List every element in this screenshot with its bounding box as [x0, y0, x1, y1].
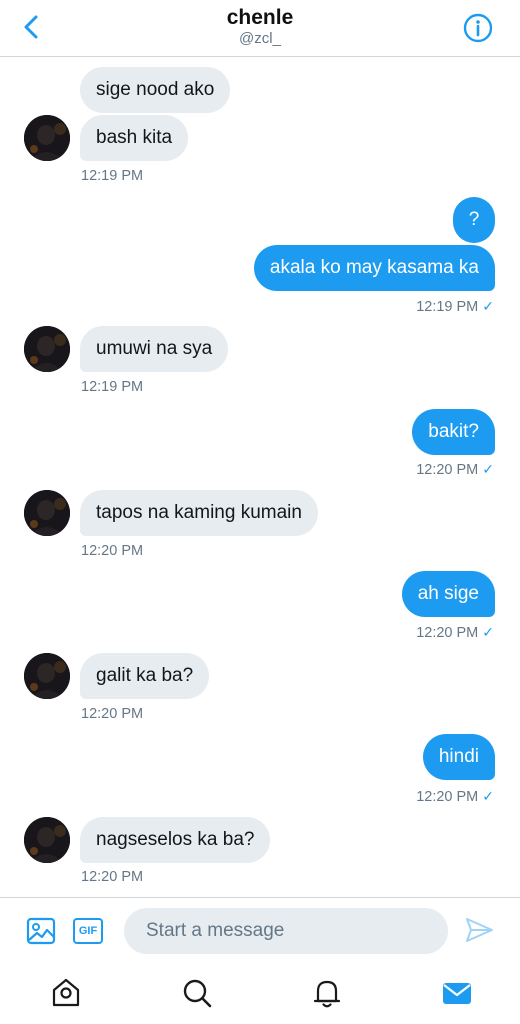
info-button[interactable] [462, 12, 494, 44]
timestamp: 12:20 PM [81, 869, 144, 885]
timestamp-text: 12:19 PM [416, 299, 479, 315]
incoming-message[interactable]: bash kita [80, 115, 189, 161]
send-button[interactable] [464, 915, 494, 945]
avatar[interactable] [24, 115, 70, 161]
message-composer: GIF [0, 897, 520, 966]
image-icon [26, 917, 56, 945]
read-check-icon: ✓ [482, 461, 494, 477]
avatar[interactable] [24, 490, 70, 536]
avatar[interactable] [24, 817, 70, 863]
outgoing-message[interactable]: ? [453, 197, 495, 243]
tab-home[interactable] [49, 976, 83, 1010]
timestamp: 12:19 PM [81, 379, 144, 395]
info-icon [463, 13, 493, 43]
timestamp: 12:19 PM [81, 168, 144, 184]
home-icon [52, 978, 80, 1007]
conversation-title-block[interactable]: chenle @zcl_ [0, 6, 520, 48]
dm-conversation-screen: chenle @zcl_ sige nood ako bash kita 12:… [0, 0, 520, 1024]
read-check-icon: ✓ [482, 298, 494, 314]
incoming-message[interactable]: sige nood ako [80, 67, 231, 113]
timestamp: 12:20 PM [81, 543, 144, 559]
avatar[interactable] [24, 326, 70, 372]
outgoing-message[interactable]: ah sige [401, 571, 495, 617]
read-check-icon: ✓ [482, 788, 494, 804]
conversation-header: chenle @zcl_ [0, 0, 520, 57]
message-list[interactable]: sige nood ako bash kita 12:19 PM ? akala… [0, 57, 520, 897]
conversation-handle: @zcl_ [239, 30, 281, 47]
conversation-title: chenle [226, 6, 294, 29]
tab-search[interactable] [180, 976, 214, 1010]
mail-icon [443, 983, 471, 1004]
incoming-message[interactable]: galit ka ba? [80, 653, 210, 699]
tab-messages[interactable] [440, 976, 474, 1010]
bell-icon [313, 980, 341, 1008]
incoming-message[interactable]: nagseselos ka ba? [80, 817, 271, 863]
read-check-icon: ✓ [482, 624, 494, 640]
send-icon [466, 918, 493, 942]
timestamp-text: 12:20 PM [416, 625, 479, 641]
bottom-tab-bar [0, 966, 520, 1024]
message-input[interactable] [124, 908, 448, 954]
timestamp: 12:20 PM ✓ [416, 787, 494, 806]
incoming-message[interactable]: umuwi na sya [80, 326, 229, 372]
timestamp-text: 12:20 PM [416, 462, 479, 478]
outgoing-message[interactable]: hindi [422, 734, 495, 780]
outgoing-message[interactable]: bakit? [412, 409, 495, 455]
search-icon [183, 979, 212, 1008]
incoming-message[interactable]: tapos na kaming kumain [80, 490, 318, 536]
tab-notifications[interactable] [310, 976, 344, 1010]
add-media-button[interactable] [26, 916, 56, 946]
timestamp: 12:20 PM ✓ [416, 623, 494, 642]
timestamp-text: 12:20 PM [416, 789, 479, 805]
timestamp: 12:20 PM ✓ [416, 460, 494, 479]
gif-button[interactable]: GIF [73, 918, 103, 944]
timestamp: 12:20 PM [81, 706, 144, 722]
outgoing-message[interactable]: akala ko may kasama ka [253, 245, 495, 291]
timestamp: 12:19 PM ✓ [416, 297, 494, 316]
avatar[interactable] [24, 653, 70, 699]
